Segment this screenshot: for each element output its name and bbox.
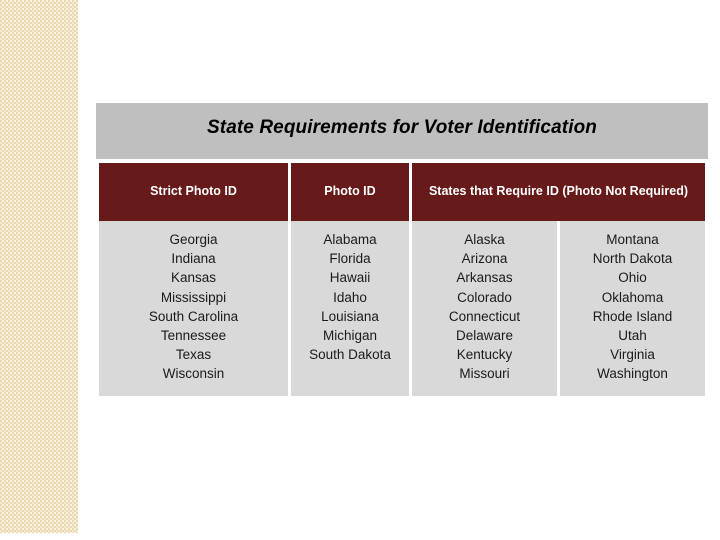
state-name: Arkansas: [456, 270, 513, 286]
state-name: Michigan: [322, 328, 378, 344]
table-header: Strict Photo ID Photo ID States that Req…: [99, 163, 705, 221]
state-name: Missouri: [459, 366, 510, 382]
cell-require-id-states-a: Alaska Arizona Arkansas Colorado Connecticut…: [412, 221, 557, 396]
state-name: Mississippi: [160, 289, 227, 305]
voter-id-table: Strict Photo ID Photo ID States that Req…: [96, 163, 708, 396]
state-name: Wisconsin: [162, 366, 225, 382]
slide-content: State Requirements for Voter Identificat…: [96, 103, 708, 396]
state-name: Alabama: [323, 232, 377, 247]
state-name: Colorado: [457, 289, 512, 305]
cell-photo-id-states: Alabama Florida Hawaii Idaho Louisiana Michig…: [291, 221, 409, 396]
table-row: Georgia Indiana Kansas Mississippi South Car…: [99, 221, 705, 396]
state-name: Louisiana: [321, 308, 379, 324]
state-name: Arizona: [461, 251, 508, 267]
state-name: South Carolina: [148, 308, 239, 324]
state-name: Utah: [618, 328, 647, 344]
decorative-side-strip: [0, 0, 78, 533]
state-name: South Dakota: [309, 347, 391, 363]
page-title: State Requirements for Voter Identificat…: [207, 116, 597, 138]
state-name: Montana: [606, 232, 659, 247]
state-name: Idaho: [333, 289, 367, 305]
state-name: Delaware: [455, 328, 514, 344]
column-header-photo-id: Photo ID: [291, 163, 409, 221]
table-header-row: Strict Photo ID Photo ID States that Req…: [99, 163, 705, 221]
state-name: Oklahoma: [601, 289, 664, 305]
state-name: Alaska: [464, 232, 505, 247]
state-name: Virginia: [610, 347, 655, 363]
column-header-require-id-photo-not-required: States that Require ID (Photo Not Requir…: [412, 163, 705, 221]
state-name: Indiana: [171, 251, 216, 267]
state-name: Florida: [329, 251, 371, 267]
title-banner: State Requirements for Voter Identificat…: [96, 103, 708, 159]
state-name: Washington: [597, 366, 668, 382]
state-name: Georgia: [169, 232, 218, 247]
column-header-strict-photo-id: Strict Photo ID: [99, 163, 288, 221]
state-name: Kentucky: [456, 347, 513, 363]
state-name: Hawaii: [329, 270, 371, 286]
state-name: Texas: [175, 347, 212, 363]
table-body: Georgia Indiana Kansas Mississippi South Car…: [99, 221, 705, 396]
state-name: Connecticut: [448, 308, 521, 324]
state-name: Tennessee: [160, 328, 227, 344]
state-name: Ohio: [618, 270, 647, 286]
state-name: Rhode Island: [592, 308, 673, 324]
state-name: North Dakota: [592, 251, 673, 267]
cell-strict-photo-id-states: Georgia Indiana Kansas Mississippi South Car…: [99, 221, 288, 396]
state-name: Kansas: [170, 270, 217, 286]
cell-require-id-states-b: Montana North Dakota Ohio Oklahoma Rhode Isl…: [560, 221, 705, 396]
